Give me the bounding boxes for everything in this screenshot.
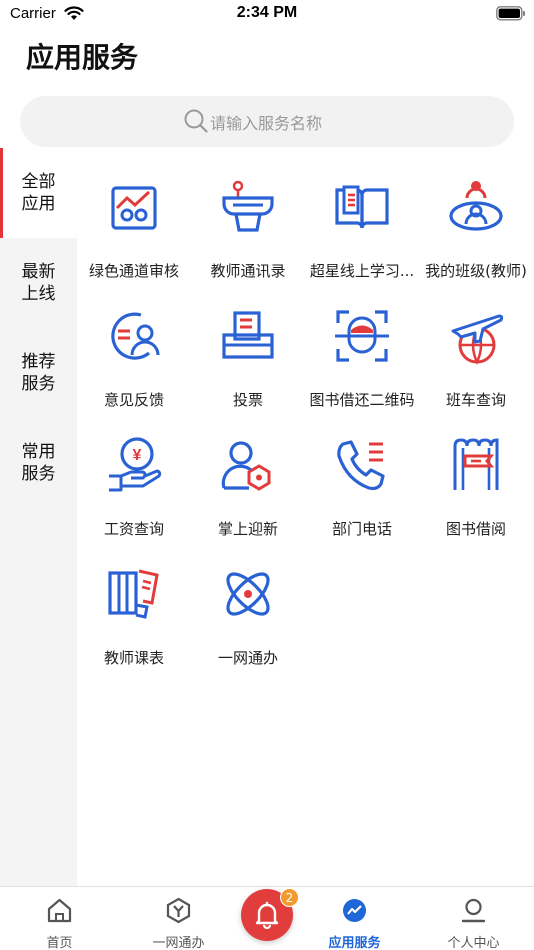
sidebar-item-label: 常用服务 bbox=[21, 442, 56, 484]
app-label: 教师课表 bbox=[103, 649, 164, 667]
app-label: 绿色通道审核 bbox=[88, 262, 179, 280]
app-label: 教师通讯录 bbox=[210, 262, 286, 280]
battery-icon bbox=[496, 6, 525, 21]
app-tile-green-channel[interactable]: 绿色通道审核 bbox=[77, 168, 191, 288]
tab-label: 首页 bbox=[46, 936, 73, 950]
svg-text:¥: ¥ bbox=[133, 447, 142, 464]
tab-one-network[interactable]: 一网通办 bbox=[125, 887, 232, 950]
app-tile-book-qrcode[interactable]: 图书借还二维码 bbox=[305, 297, 419, 417]
app-label: 班车查询 bbox=[445, 391, 506, 409]
phone-icon bbox=[337, 440, 385, 491]
app-label: 超星线上学习... bbox=[309, 262, 415, 280]
sidebar-item-label: 最新上线 bbox=[21, 262, 56, 304]
hexagon-y-icon bbox=[166, 897, 191, 924]
person-icon bbox=[461, 898, 486, 923]
home-icon bbox=[47, 898, 72, 923]
app-label: 投票 bbox=[232, 391, 263, 409]
tab-personal-center[interactable]: 个人中心 bbox=[420, 887, 527, 950]
app-tile-feedback[interactable]: 意见反馈 bbox=[77, 297, 191, 417]
app-label: 图书借阅 bbox=[445, 520, 506, 538]
app-tile-dept-phone[interactable]: 部门电话 bbox=[305, 426, 419, 546]
bell-icon bbox=[255, 901, 279, 929]
search-icon bbox=[184, 109, 208, 133]
app-tile-online-study[interactable]: 超星线上学习... bbox=[305, 168, 419, 288]
online-study-icon bbox=[335, 185, 389, 229]
app-label: 图书借还二维码 bbox=[309, 391, 415, 409]
app-label: 一网通办 bbox=[217, 649, 278, 667]
vote-icon bbox=[222, 311, 274, 359]
feedback-icon bbox=[111, 312, 160, 360]
status-bar: Carrier 2:34 PM bbox=[0, 0, 534, 28]
page-title: 应用服务 bbox=[26, 41, 139, 74]
airplane-globe-icon bbox=[451, 314, 504, 365]
my-class-icon bbox=[449, 181, 503, 231]
sidebar-item-frequent[interactable]: 常用服务 bbox=[0, 418, 77, 508]
tab-label: 个人中心 bbox=[447, 936, 500, 950]
app-tile-book-borrow[interactable]: 图书借阅 bbox=[419, 426, 533, 546]
app-tile-network-service[interactable]: 一网通办 bbox=[191, 555, 305, 675]
search-placeholder: 请输入服务名称 bbox=[210, 114, 323, 133]
app-label: 意见反馈 bbox=[103, 391, 164, 409]
sidebar-item-label: 全部应用 bbox=[21, 172, 56, 214]
sidebar-item-all-apps[interactable]: 全部应用 bbox=[0, 148, 77, 238]
notification-badge: 2 bbox=[280, 888, 299, 907]
app-tile-welcome[interactable]: 掌上迎新 bbox=[191, 426, 305, 546]
sidebar-item-newest[interactable]: 最新上线 bbox=[0, 238, 77, 328]
app-tile-vote[interactable]: 投票 bbox=[191, 297, 305, 417]
app-label: 工资查询 bbox=[103, 520, 164, 538]
tab-label: 应用服务 bbox=[328, 936, 381, 950]
teacher-contacts-icon bbox=[222, 180, 274, 232]
search-input[interactable]: 请输入服务名称 bbox=[20, 96, 514, 147]
category-sidebar: 全部应用 最新上线 推荐服务 常用服务 bbox=[0, 148, 77, 886]
status-time: 2:34 PM bbox=[236, 4, 298, 21]
app-tile-my-class[interactable]: 我的班级(教师) bbox=[419, 168, 533, 288]
sidebar-item-label: 推荐服务 bbox=[21, 352, 56, 394]
salary-icon: ¥ bbox=[109, 437, 162, 492]
app-service-icon bbox=[343, 899, 366, 922]
app-tile-teacher-schedule[interactable]: 教师课表 bbox=[77, 555, 191, 675]
tab-app-service[interactable]: 应用服务 bbox=[301, 887, 408, 950]
green-channel-icon bbox=[111, 186, 157, 230]
welcome-user-icon bbox=[221, 441, 271, 491]
book-borrow-icon bbox=[453, 438, 499, 490]
app-tile-shuttle-bus[interactable]: 班车查询 bbox=[419, 297, 533, 417]
network-service-icon bbox=[226, 572, 270, 616]
schedule-icon bbox=[108, 569, 159, 619]
app-tile-teacher-contacts[interactable]: 教师通讯录 bbox=[191, 168, 305, 288]
app-tile-salary[interactable]: ¥ 工资查询 bbox=[77, 426, 191, 546]
face-scan-icon bbox=[335, 310, 389, 362]
tab-home[interactable]: 首页 bbox=[6, 887, 113, 950]
sidebar-item-recommended[interactable]: 推荐服务 bbox=[0, 328, 77, 418]
app-label: 掌上迎新 bbox=[217, 520, 278, 538]
app-label: 我的班级(教师) bbox=[425, 262, 527, 280]
app-label: 部门电话 bbox=[331, 520, 392, 538]
tab-label: 一网通办 bbox=[152, 936, 205, 950]
